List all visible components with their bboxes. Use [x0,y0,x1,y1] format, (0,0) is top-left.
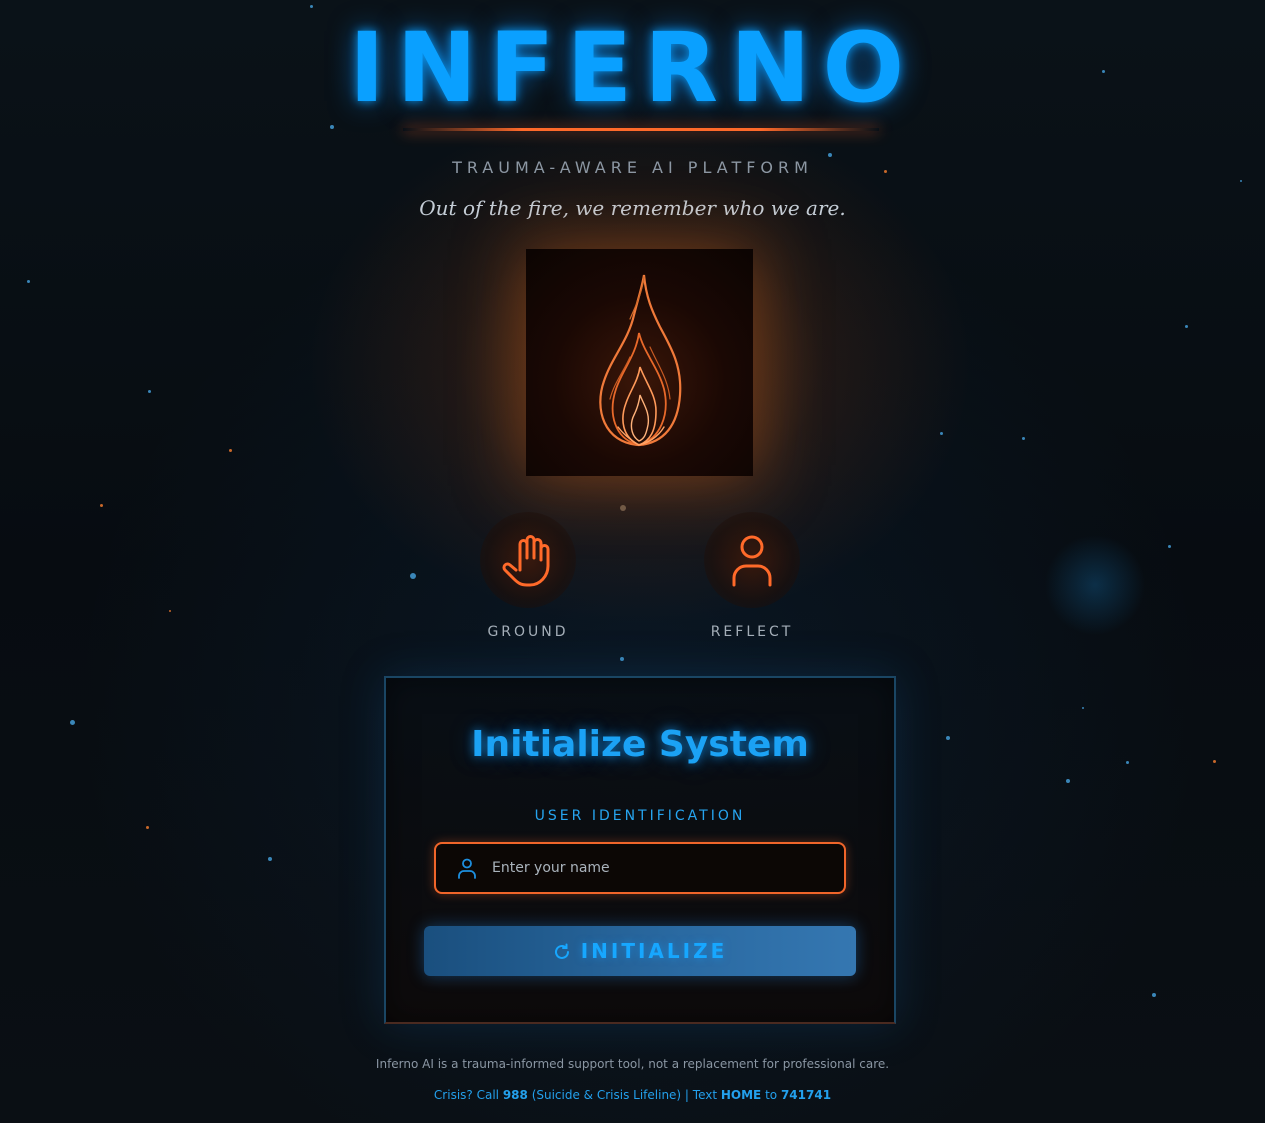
crisis-to: to [761,1088,781,1102]
user-icon [458,858,476,879]
flame-logo [526,249,753,476]
crisis-text-number-link[interactable]: 741741 [781,1088,831,1102]
ground-label: GROUND [487,624,569,640]
ground-button[interactable] [480,512,576,608]
crisis-number-link[interactable]: 988 [503,1088,528,1102]
initialize-button[interactable]: INITIALIZE [424,926,856,976]
initialize-button-label: INITIALIZE [580,939,728,963]
refresh-icon [554,943,569,959]
ground-action[interactable]: GROUND [468,512,588,640]
flame-icon [599,274,682,447]
reflect-button[interactable] [704,512,800,608]
disclaimer-text: Inferno AI is a trauma-informed support … [375,1057,890,1071]
hand-icon [502,535,550,587]
panel-title: Initialize System [471,724,809,765]
name-field-wrapper[interactable] [434,842,846,894]
user-identification-label: USER IDENTIFICATION [534,808,746,824]
brand-title: INFERNO [348,12,917,124]
crisis-line: Crisis? Call 988 (Suicide & Crisis Lifel… [0,1088,1265,1102]
crisis-line-name: (Suicide & Crisis Lifeline) | Text [527,1088,721,1102]
brand-tagline: Out of the fire, we remember who we are. [419,196,846,220]
crisis-text-keyword: HOME [720,1088,762,1102]
reflect-label: REFLECT [710,624,794,640]
brand-subtitle: TRAUMA-AWARE AI PLATFORM [452,158,813,177]
initialize-panel: Initialize System USER IDENTIFICATION IN… [384,676,896,1024]
reflect-action[interactable]: REFLECT [692,512,812,640]
crisis-prefix: Crisis? Call [433,1088,503,1102]
user-icon [732,535,772,587]
brand-underline [403,128,879,131]
name-input[interactable] [492,844,832,892]
